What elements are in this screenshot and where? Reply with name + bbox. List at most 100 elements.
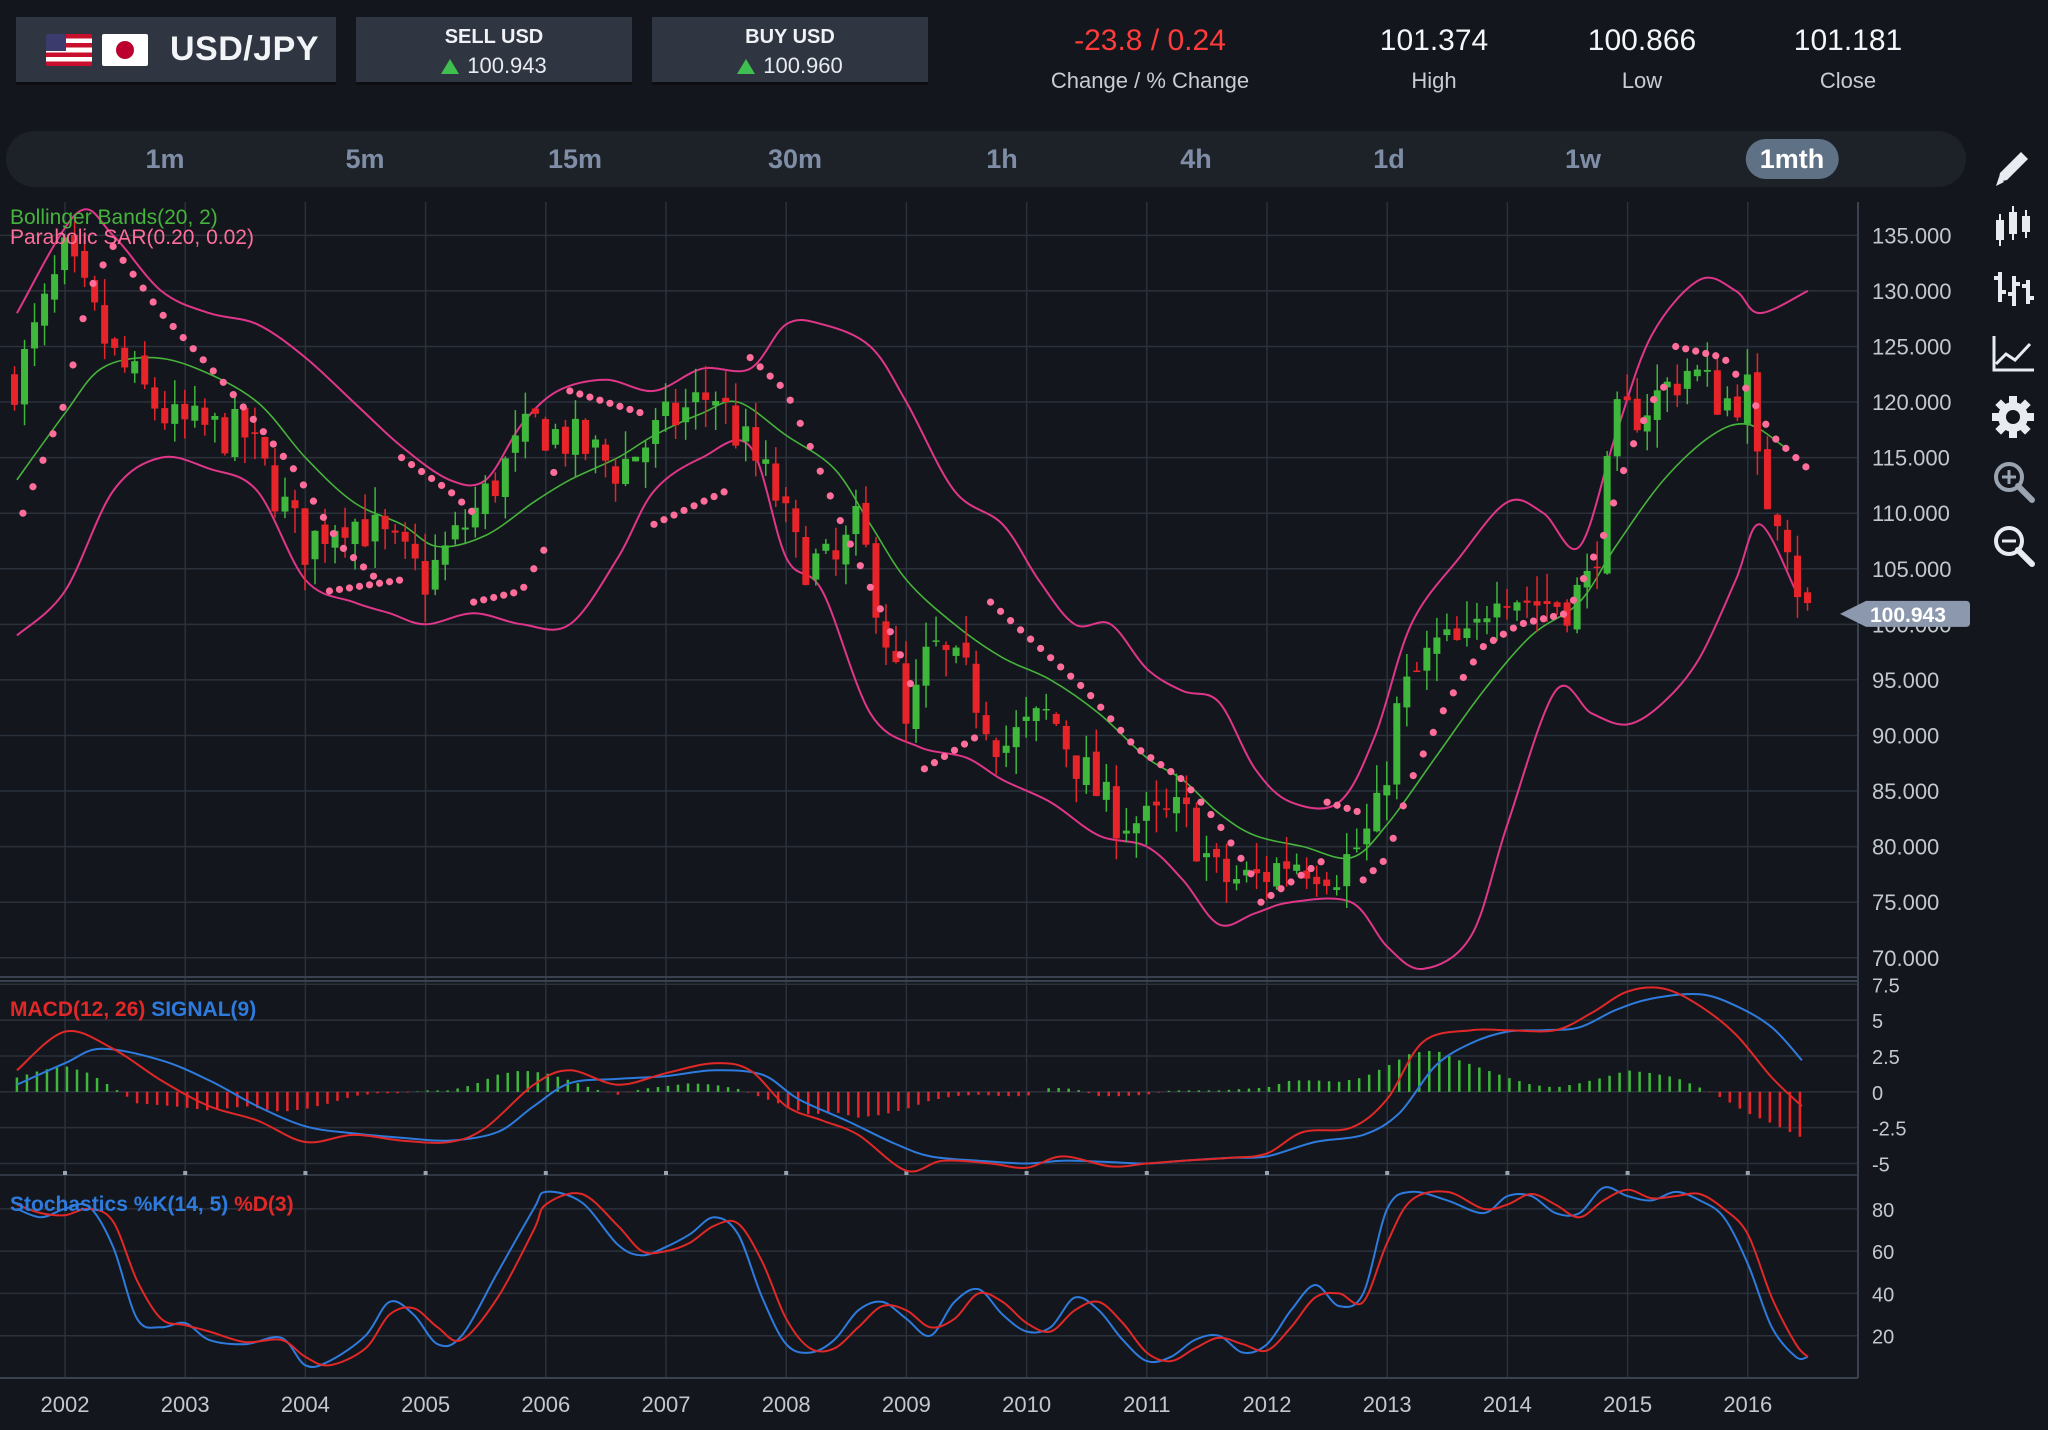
- pencil-icon[interactable]: [1988, 142, 2038, 192]
- sar-dot: [1419, 750, 1427, 758]
- timeframe-30m[interactable]: 30m: [754, 139, 836, 179]
- candle-bullish: [571, 418, 579, 455]
- candle-bearish: [581, 419, 589, 454]
- candle-bullish: [1122, 830, 1130, 834]
- sar-dot: [49, 430, 57, 438]
- price-y-tick-label: 90.000: [1872, 723, 1939, 748]
- macd-y-tick-label: 5: [1872, 1011, 1883, 1033]
- timeframe-bar: 1m 5m 15m 30m 1h 4h 1d 1w 1mth: [6, 131, 1966, 187]
- candle-bearish: [1793, 555, 1801, 598]
- zoom-out-icon[interactable]: [1988, 520, 2038, 570]
- ohlc-bars-icon[interactable]: [1988, 264, 2038, 314]
- sar-dot: [1599, 531, 1608, 540]
- sar-dot: [1137, 747, 1145, 755]
- buy-usd-button[interactable]: BUY USD 100.960: [652, 17, 928, 85]
- candle-bearish: [181, 403, 189, 420]
- candle-bullish: [1002, 745, 1010, 753]
- sar-dot: [1077, 681, 1085, 690]
- price-y-tick-label: 85.000: [1872, 779, 1939, 804]
- candle-bearish: [702, 392, 710, 400]
- candle-bullish: [51, 274, 59, 300]
- sar-dot: [970, 734, 979, 742]
- candle-bullish: [642, 447, 650, 463]
- sar-dot: [896, 651, 904, 659]
- x-tick-label: 2012: [1243, 1392, 1292, 1417]
- candle-bullish: [1082, 757, 1090, 785]
- candle-bullish: [171, 404, 179, 424]
- sar-dot: [349, 554, 358, 562]
- sar-dot: [816, 467, 824, 475]
- sar-dot: [397, 454, 406, 462]
- price-chart[interactable]: 135.000 130.000 125.000 120.000 115.000 110.0…: [0, 200, 1970, 1429]
- candle-bearish: [1673, 383, 1681, 396]
- x-tick-mark: [1745, 1171, 1750, 1175]
- sar-dot: [19, 509, 27, 517]
- candle-bullish: [662, 401, 670, 417]
- sar-dot: [149, 298, 157, 306]
- candle-bearish: [1283, 861, 1291, 869]
- candle-bullish: [922, 646, 930, 686]
- change-value: -23.8 / 0.24: [1074, 24, 1226, 57]
- sar-dot: [510, 589, 518, 597]
- timeframe-1d[interactable]: 1d: [1359, 139, 1419, 179]
- japan-flag-icon: [102, 33, 148, 66]
- timeframe-15m[interactable]: 15m: [534, 139, 616, 179]
- timeframe-1w[interactable]: 1w: [1551, 139, 1615, 179]
- change-label: Change / % Change: [1050, 68, 1250, 93]
- candle-bullish: [1022, 716, 1030, 721]
- sar-dot: [269, 440, 277, 448]
- x-tick-label: 2002: [41, 1392, 90, 1417]
- sar-dot: [1479, 642, 1487, 651]
- sar-dot: [69, 361, 77, 369]
- candle-bullish: [501, 458, 509, 498]
- sar-dot: [1579, 575, 1588, 583]
- sar-dot: [1097, 703, 1105, 711]
- candle-bearish: [1533, 601, 1541, 606]
- sar-dot: [1323, 798, 1331, 806]
- sar-dot: [1569, 596, 1578, 604]
- sar-dot: [1353, 807, 1361, 816]
- sar-dot: [417, 467, 426, 476]
- sar-dot: [1317, 858, 1325, 866]
- timeframe-5m[interactable]: 5m: [331, 139, 398, 179]
- sar-dot: [616, 402, 624, 410]
- sar-dot: [1519, 619, 1528, 628]
- candle-bullish: [1373, 792, 1381, 832]
- candle-bullish: [1293, 864, 1301, 871]
- x-tick-label: 2006: [521, 1392, 570, 1417]
- sell-usd-button[interactable]: SELL USD 100.943: [356, 17, 632, 85]
- candle-bullish: [1102, 781, 1110, 800]
- currency-pair-label: USD/JPY: [170, 30, 319, 68]
- candlestick-icon[interactable]: [1988, 202, 2038, 252]
- sar-dot: [365, 581, 374, 589]
- timeframe-1mth[interactable]: 1mth: [1745, 139, 1839, 179]
- price-y-tick-label: 80.000: [1872, 835, 1939, 860]
- x-tick-label: 2016: [1723, 1392, 1772, 1417]
- line-chart-icon[interactable]: [1988, 328, 2038, 378]
- sar-dot: [586, 393, 594, 401]
- sar-dot: [229, 391, 237, 399]
- zoom-in-icon[interactable]: [1988, 456, 2038, 506]
- timeframe-4h[interactable]: 4h: [1166, 139, 1226, 179]
- sar-dot: [940, 752, 949, 761]
- sar-dot: [670, 511, 678, 519]
- timeframe-1h[interactable]: 1h: [972, 139, 1032, 179]
- candle-bullish: [1233, 879, 1241, 884]
- sar-dot: [1257, 898, 1265, 906]
- gear-icon[interactable]: [1988, 392, 2038, 442]
- timeframe-1m[interactable]: 1m: [131, 139, 198, 179]
- currency-pair-selector[interactable]: USD/JPY: [16, 17, 336, 85]
- sar-dot: [1619, 466, 1628, 475]
- x-tick-mark: [423, 1171, 428, 1175]
- candle-bullish: [1393, 703, 1401, 785]
- sar-dot: [1722, 356, 1730, 364]
- sar-dot: [189, 345, 197, 353]
- x-tick-label: 2009: [882, 1392, 931, 1417]
- sar-dot: [1217, 823, 1225, 832]
- sar-dot: [369, 572, 378, 580]
- candle-bullish: [682, 407, 690, 423]
- candle-bearish: [942, 645, 950, 651]
- sar-dot: [375, 579, 384, 587]
- candle-bearish: [151, 387, 159, 409]
- sar-dot: [1237, 854, 1245, 862]
